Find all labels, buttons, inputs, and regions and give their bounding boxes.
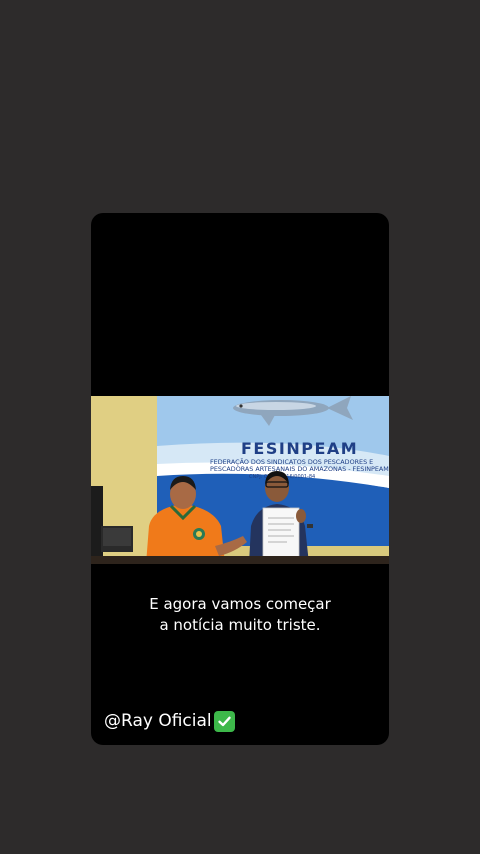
banner-title: FESINPEAM bbox=[241, 439, 358, 458]
video-frame[interactable]: FESINPEAM FEDERAÇÃO DOS SINDICATOS DOS P… bbox=[91, 396, 389, 564]
caption: E agora vamos começar a notícia muito tr… bbox=[91, 594, 389, 636]
caption-line-1: E agora vamos começar bbox=[149, 595, 331, 613]
caption-line-2: a notícia muito triste. bbox=[159, 616, 321, 634]
video-scene: FESINPEAM FEDERAÇÃO DOS SINDICATOS DOS P… bbox=[91, 396, 389, 564]
banner-line-2: PESCADORAS ARTESANAIS DO AMAZONAS - FESI… bbox=[210, 465, 389, 473]
account-handle[interactable]: @Ray Oficial bbox=[104, 708, 235, 734]
document bbox=[262, 507, 300, 561]
story-card[interactable]: FESINPEAM FEDERAÇÃO DOS SINDICATOS DOS P… bbox=[91, 213, 389, 745]
check-mark-button-icon bbox=[213, 710, 235, 732]
desk bbox=[91, 556, 389, 564]
handle-text: @Ray Oficial bbox=[104, 711, 212, 731]
